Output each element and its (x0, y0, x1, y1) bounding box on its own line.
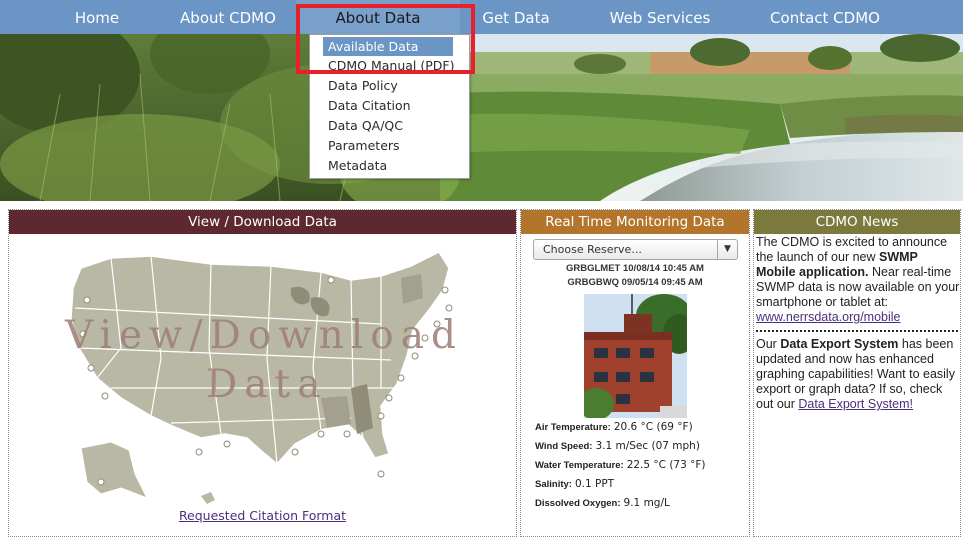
news-item-export: Our Data Export System has been updated … (756, 337, 960, 412)
reading-water-temperature: Water Temperature: 22.5 °C (73 °F) (535, 459, 706, 471)
red-highlight-annotation (296, 4, 475, 74)
news-emphasis: Data Export System (780, 337, 899, 351)
nav-get-data[interactable]: Get Data (470, 0, 562, 34)
reading-wind-speed: Wind Speed: 3.1 m/Sec (07 mph) (535, 440, 700, 452)
nav-web-services[interactable]: Web Services (596, 0, 724, 34)
nav-contact-cdmo[interactable]: Contact CDMO (760, 0, 890, 34)
station-wq-timestamp: GRBGBWQ 09/05/14 09:45 AM (567, 277, 703, 288)
nav-about-cdmo[interactable]: About CDMO (170, 0, 286, 34)
view-download-panel: View / Download Data View/Download Data … (8, 209, 517, 537)
menu-item-data-qaqc[interactable]: Data QA/QC (328, 116, 403, 135)
reserve-select-value: Choose Reserve... (543, 243, 642, 256)
reading-dissolved-oxygen: Dissolved Oxygen: 9.1 mg/L (535, 497, 670, 509)
news-text: The CDMO is excited to announce the laun… (756, 235, 948, 264)
realtime-title: Real Time Monitoring Data (521, 210, 749, 234)
cdmo-news-panel: CDMO News The CDMO is excited to announc… (753, 209, 961, 537)
map-overlay-text: View/Download (65, 313, 463, 358)
station-photo (584, 294, 687, 418)
reading-value: 0.1 PPT (574, 478, 615, 490)
news-item-mobile: The CDMO is excited to announce the laun… (756, 235, 960, 325)
reading-label: Salinity: (535, 479, 572, 490)
reading-label: Dissolved Oxygen: (535, 498, 621, 509)
menu-item-metadata[interactable]: Metadata (328, 156, 387, 175)
reading-value: 22.5 °C (73 °F) (626, 459, 706, 471)
station-met-timestamp: GRBGLMET 10/08/14 10:45 AM (566, 263, 704, 274)
hero-banner-image (0, 34, 963, 201)
reading-label: Air Temperature: (535, 422, 611, 433)
reading-salinity: Salinity: 0.1 PPT (535, 478, 614, 490)
realtime-monitoring-panel: Real Time Monitoring Data Choose Reserve… (520, 209, 750, 537)
reserve-select[interactable]: Choose Reserve... ▼ (533, 239, 738, 260)
menu-item-data-citation[interactable]: Data Citation (328, 96, 411, 115)
menu-item-data-policy[interactable]: Data Policy (328, 76, 398, 95)
reading-value: 20.6 °C (69 °F) (613, 421, 693, 433)
mobile-site-link[interactable]: www.nerrsdata.org/mobile (756, 310, 901, 324)
view-download-title: View / Download Data (9, 210, 516, 234)
reading-value: 9.1 mg/L (623, 497, 670, 509)
citation-format-link[interactable]: Requested Citation Format (9, 508, 516, 523)
news-title: CDMO News (754, 210, 960, 234)
map-overlay-text-line2: Data (206, 362, 328, 407)
nav-home[interactable]: Home (60, 0, 134, 34)
reading-value: 3.1 m/Sec (07 mph) (595, 440, 700, 452)
reading-label: Water Temperature: (535, 460, 624, 471)
news-body: The CDMO is excited to announce the laun… (756, 235, 960, 412)
news-text: Our (756, 337, 781, 351)
news-divider (756, 330, 958, 332)
menu-item-parameters[interactable]: Parameters (328, 136, 400, 155)
top-navigation: Home About CDMO About Data Get Data Web … (0, 0, 963, 34)
reading-label: Wind Speed: (535, 441, 593, 452)
chevron-down-icon: ▼ (717, 240, 737, 259)
data-export-link[interactable]: Data Export System! (798, 397, 913, 411)
reading-air-temperature: Air Temperature: 20.6 °C (69 °F) (535, 421, 693, 433)
